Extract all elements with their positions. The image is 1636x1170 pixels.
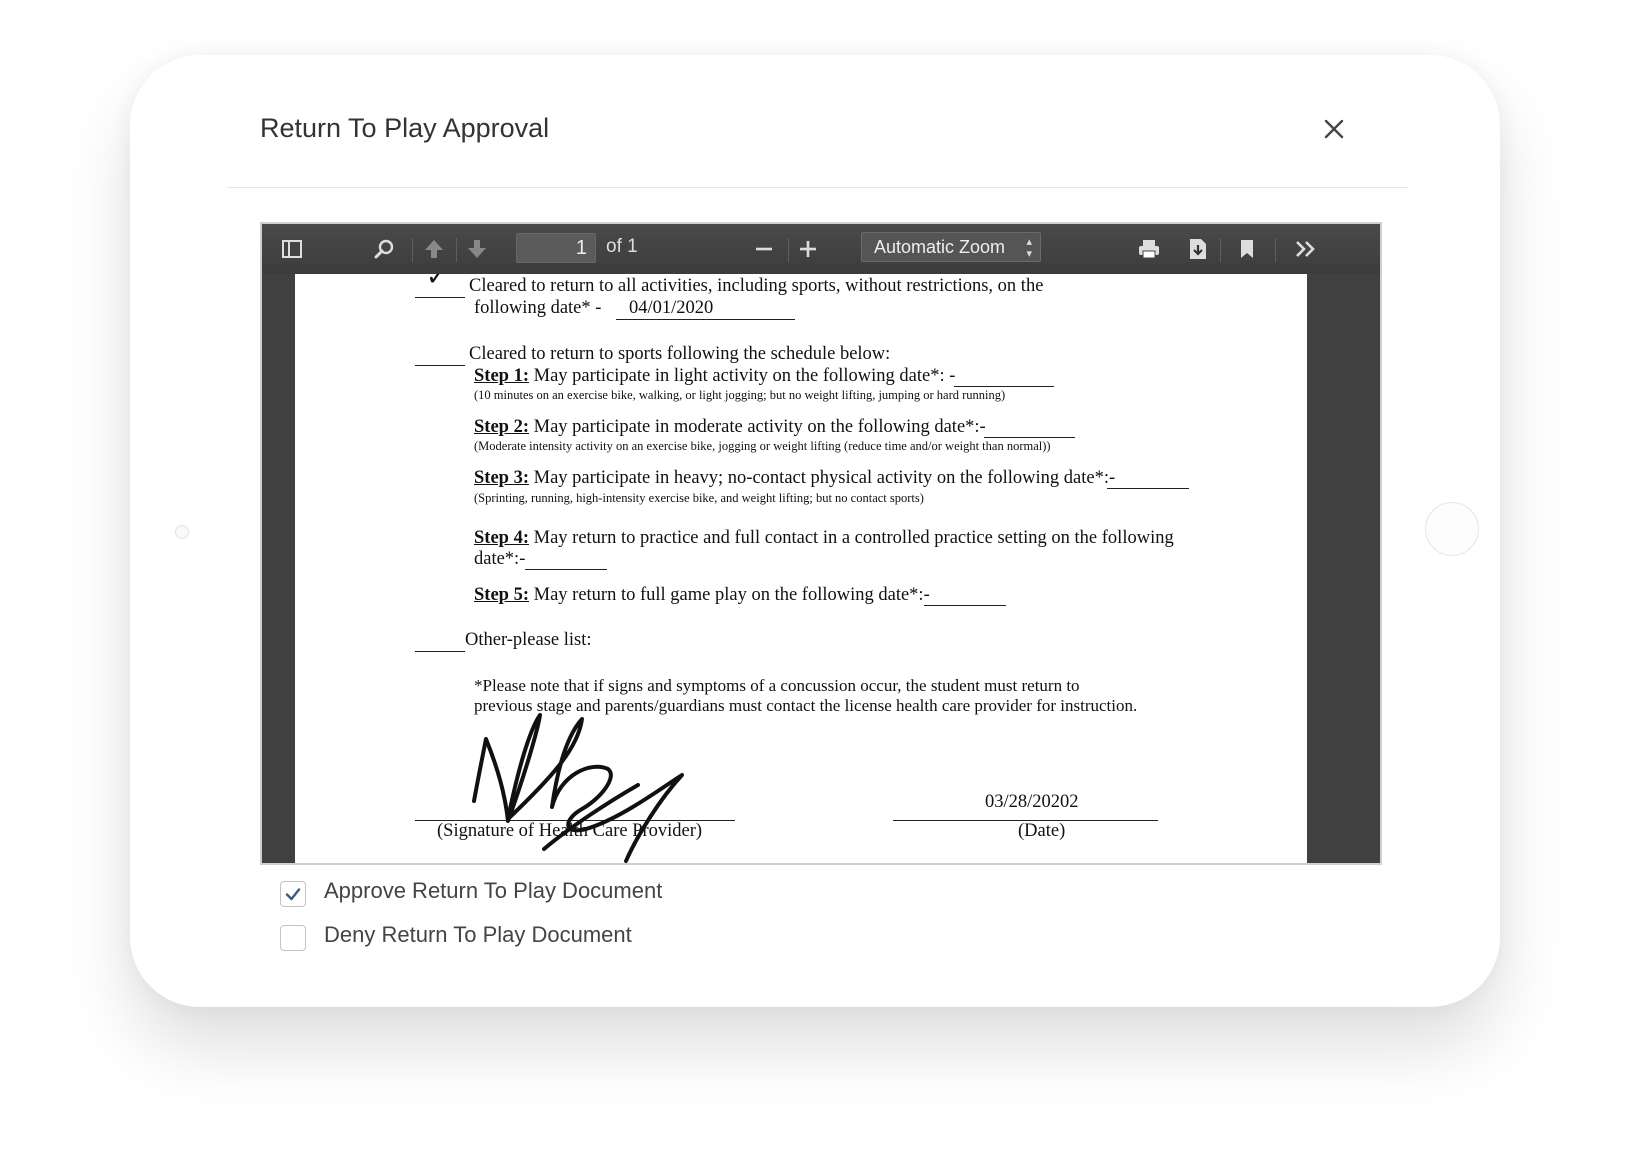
step3-text: Step 3: May participate in heavy; no-con… — [474, 468, 1115, 489]
toolbar-separator — [1275, 238, 1276, 262]
step1-date-line — [954, 386, 1054, 387]
pdf-toolbar: 1 of 1 Automatic Zoom ▴ ▾ — [262, 224, 1380, 275]
search-icon[interactable] — [367, 232, 401, 266]
option2-blank-line — [415, 365, 465, 366]
step3-description: May participate in heavy; no-contact phy… — [529, 468, 1116, 488]
tools-menu-icon[interactable] — [1289, 232, 1323, 266]
option1-date-line — [616, 319, 795, 320]
step1-text: Step 1: May participate in light activit… — [474, 366, 955, 387]
step3-note: (Sprinting, running, high-intensity exer… — [474, 491, 924, 505]
page-number-input[interactable]: 1 — [516, 233, 596, 263]
handwritten-signature — [472, 713, 684, 863]
step2-text: Step 2: May participate in moderate acti… — [474, 417, 986, 438]
step2-note: (Moderate intensity activity on an exerc… — [474, 439, 1051, 453]
toolbar-separator — [456, 238, 457, 262]
step1-label: Step 1: — [474, 366, 529, 386]
checkmark-icon: ✓ — [426, 274, 448, 292]
step5-description: May return to full game play on the foll… — [529, 585, 930, 605]
check-icon — [285, 888, 301, 901]
step4-text-line2: date*:- — [474, 549, 526, 569]
step3-label: Step 3: — [474, 468, 529, 488]
approve-checkbox[interactable] — [280, 881, 306, 907]
step2-date-line — [984, 437, 1075, 438]
zoom-select-value: Automatic Zoom — [874, 237, 1006, 257]
option1-text: Cleared to return to all activities, inc… — [469, 276, 1044, 296]
option1-date-label: following date* - — [474, 298, 602, 318]
download-icon[interactable] — [1181, 232, 1215, 266]
approve-label[interactable]: Approve Return To Play Document — [324, 878, 662, 904]
modal-dialog: Return To Play Approval 1 of 1 Automatic… — [227, 90, 1408, 979]
step1-note: (10 minutes on an exercise bike, walking… — [474, 388, 1006, 402]
date-label: (Date) — [1018, 821, 1066, 841]
tablet-frame: Return To Play Approval 1 of 1 Automatic… — [130, 55, 1500, 1007]
step4-description: May return to practice and full contact … — [529, 528, 1174, 548]
toolbar-separator — [788, 238, 789, 262]
sidebar-toggle-icon[interactable] — [275, 232, 309, 266]
step4-label: Step 4: — [474, 528, 529, 548]
signature-date: 03/28/20202 — [985, 792, 1079, 812]
pdf-viewer: 1 of 1 Automatic Zoom ▴ ▾ ✓ Cleared to r… — [260, 222, 1382, 865]
toolbar-separator — [412, 238, 413, 262]
home-button — [1425, 502, 1479, 556]
step3-date-line — [1107, 488, 1189, 489]
other-label: Other-please list: — [465, 630, 592, 650]
zoom-out-icon[interactable] — [747, 232, 781, 266]
print-icon[interactable] — [1132, 232, 1166, 266]
step4-date-line — [525, 569, 607, 570]
camera-dot — [175, 525, 189, 539]
next-page-icon[interactable] — [460, 232, 494, 266]
step5-date-line — [924, 605, 1006, 606]
page-count-label: of 1 — [606, 236, 638, 257]
close-icon[interactable] — [1317, 112, 1351, 146]
deny-label[interactable]: Deny Return To Play Document — [324, 922, 632, 948]
step5-text: Step 5: May return to full game play on … — [474, 585, 930, 606]
step2-description: May participate in moderate activity on … — [529, 417, 986, 437]
previous-page-icon[interactable] — [417, 232, 451, 266]
option2-text: Cleared to return to sports following th… — [469, 344, 891, 364]
option1-date: 04/01/2020 — [629, 298, 714, 318]
step4-text: Step 4: May return to practice and full … — [474, 528, 1174, 549]
step1-description: May participate in light activity on the… — [529, 366, 956, 386]
deny-checkbox[interactable] — [280, 925, 306, 951]
step5-label: Step 5: — [474, 585, 529, 605]
zoom-in-icon[interactable] — [791, 232, 825, 266]
option1-blank-line — [415, 297, 465, 298]
bookmark-icon[interactable] — [1230, 232, 1264, 266]
modal-title: Return To Play Approval — [260, 113, 550, 143]
note-line-1: *Please note that if signs and symptoms … — [474, 676, 1080, 695]
pdf-page-area[interactable]: ✓ Cleared to return to all activities, i… — [262, 274, 1380, 863]
pdf-page: ✓ Cleared to return to all activities, i… — [295, 274, 1307, 863]
toolbar-separator — [1220, 238, 1221, 262]
modal-header: Return To Play Approval — [227, 90, 1408, 188]
other-blank-line — [415, 651, 465, 652]
step2-label: Step 2: — [474, 417, 529, 437]
chevron-updown-icon: ▴ ▾ — [1026, 236, 1032, 260]
zoom-select[interactable]: Automatic Zoom ▴ ▾ — [861, 232, 1041, 262]
